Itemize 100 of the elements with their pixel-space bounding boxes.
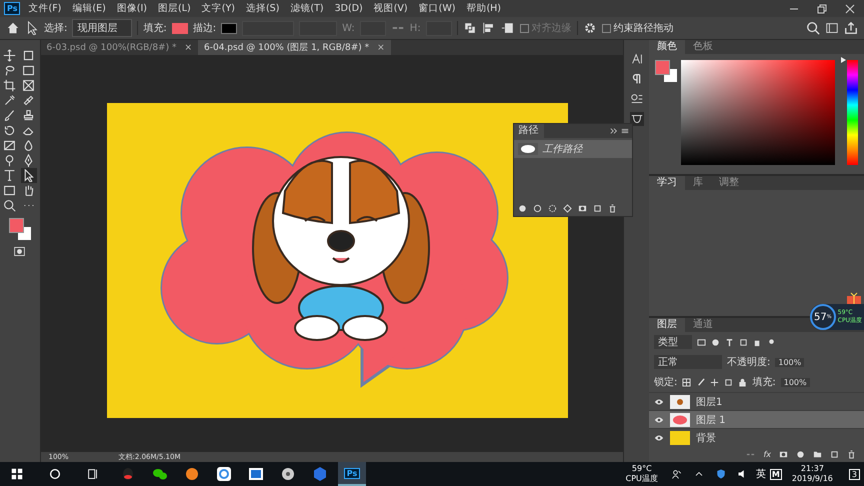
restore-icon[interactable] xyxy=(816,2,828,14)
menu-item[interactable]: 窗口(W) xyxy=(418,2,456,15)
document-tab[interactable]: 6-04.psd @ 100% (图层 1, RGB/8#) * × xyxy=(198,40,391,55)
menu-item[interactable]: 文字(Y) xyxy=(202,2,235,15)
windows-start-icon[interactable] xyxy=(10,467,24,481)
workspace-icon[interactable] xyxy=(825,21,839,35)
penguin-icon xyxy=(120,466,136,482)
blend-mode-dropdown[interactable]: 正常 xyxy=(654,355,722,369)
taskbar-app[interactable]: Ps xyxy=(338,462,366,486)
brush-icon[interactable] xyxy=(696,378,706,386)
share-icon[interactable] xyxy=(844,21,858,35)
character-icon[interactable] xyxy=(630,52,644,66)
menu-item[interactable]: 滤镜(T) xyxy=(290,2,324,15)
paths-icon[interactable] xyxy=(630,112,644,126)
path-selection-icon[interactable] xyxy=(25,21,39,35)
mask-icon[interactable] xyxy=(578,204,587,213)
adjustment-icon[interactable] xyxy=(796,450,805,459)
panel-tab[interactable]: 学习 xyxy=(649,176,685,190)
panel-tab[interactable]: 通道 xyxy=(685,318,721,332)
layer-row[interactable]: 图层 1 xyxy=(649,410,864,428)
lock-icon[interactable] xyxy=(738,378,748,386)
panel-tab[interactable]: 调整 xyxy=(711,176,747,190)
color-field[interactable] xyxy=(681,60,835,165)
filter-toggle-icon[interactable] xyxy=(767,338,776,346)
select-dropdown[interactable]: 现用图层 xyxy=(72,19,132,37)
close-tab-button[interactable]: × xyxy=(377,42,385,52)
type-icon xyxy=(3,169,16,182)
move-icon[interactable] xyxy=(710,378,720,386)
stroke-swatch[interactable] xyxy=(221,22,238,34)
app-logo[interactable]: Ps xyxy=(4,2,20,15)
constrain-path-checkbox[interactable]: 约束路径拖动 xyxy=(602,21,674,35)
home-icon[interactable] xyxy=(6,21,20,35)
menu-item[interactable]: 文件(F) xyxy=(28,2,62,15)
menu-icon[interactable] xyxy=(620,127,629,135)
panel-tab[interactable]: 库 xyxy=(685,176,711,190)
tool-button[interactable] xyxy=(21,168,38,183)
make-path-icon[interactable] xyxy=(562,204,572,213)
folder-icon[interactable] xyxy=(813,450,822,459)
notifications-button[interactable]: 3 xyxy=(848,468,860,480)
arrange-icon[interactable] xyxy=(500,21,515,35)
marquee-icon xyxy=(22,64,36,77)
fill-field[interactable]: 100% xyxy=(780,378,810,386)
task-view-icon[interactable] xyxy=(86,467,100,481)
smart-object-filter-icon[interactable] xyxy=(753,338,762,346)
shape-filter-icon[interactable] xyxy=(739,338,748,346)
menu-item[interactable]: 选择(S) xyxy=(246,2,280,15)
delete-icon[interactable] xyxy=(608,204,617,213)
collapse-icon[interactable] xyxy=(610,127,618,135)
search-icon[interactable] xyxy=(806,21,820,35)
quick-mask-icon[interactable] xyxy=(13,245,26,258)
layer-filter-dropdown[interactable]: 类型 xyxy=(654,335,692,349)
artboard-icon[interactable] xyxy=(724,378,734,386)
cpu-label: CPU温度 xyxy=(626,474,658,484)
visibility-eye-icon[interactable] xyxy=(654,416,664,424)
color-swatches-drawing[interactable] xyxy=(655,60,677,82)
puppy-thumbnail xyxy=(670,394,690,408)
panel-tab[interactable]: 图层 xyxy=(649,318,685,332)
input-method-icon[interactable]: M xyxy=(770,468,782,480)
mask-icon[interactable] xyxy=(779,450,788,459)
delete-icon[interactable] xyxy=(847,450,856,459)
settings-icon[interactable] xyxy=(582,21,597,35)
visibility-eye-icon[interactable] xyxy=(654,398,664,406)
panel-tab[interactable]: 色板 xyxy=(685,40,721,54)
type-filter-icon[interactable] xyxy=(725,338,734,346)
align-icon[interactable] xyxy=(482,21,496,35)
close-icon[interactable] xyxy=(844,2,856,14)
path-item[interactable]: 工作路径 xyxy=(514,140,632,158)
adjustment-filter-icon[interactable] xyxy=(711,338,720,346)
menu-item[interactable]: 图像(I) xyxy=(116,2,148,15)
paths-tab[interactable]: 路径 xyxy=(514,124,544,138)
new-layer-icon[interactable] xyxy=(830,450,839,459)
menu-item[interactable]: 帮助(H) xyxy=(466,2,502,15)
clock-date: 2019/9/16 xyxy=(792,474,833,484)
layer-style-button[interactable]: fx xyxy=(763,450,771,459)
hue-slider-thumb[interactable] xyxy=(841,57,846,63)
new-path-icon[interactable] xyxy=(592,204,602,213)
tool-button[interactable] xyxy=(2,198,18,213)
close-tab-button[interactable]: × xyxy=(184,42,192,52)
layer-row[interactable]: 背景 xyxy=(649,428,864,446)
input-language[interactable]: 英 xyxy=(756,467,766,481)
lock-pixels-icon[interactable] xyxy=(682,378,692,386)
width-label: W: xyxy=(342,22,355,34)
path-operations-icon[interactable] xyxy=(462,21,477,35)
menu-item[interactable]: 编辑(E) xyxy=(72,2,106,15)
selection-icon[interactable] xyxy=(548,204,557,213)
shield-icon[interactable] xyxy=(714,468,727,480)
panel-tab[interactable]: 颜色 xyxy=(649,40,685,54)
people-icon[interactable] xyxy=(670,468,683,480)
menu-item[interactable]: 视图(V) xyxy=(374,2,408,15)
fill-swatch[interactable] xyxy=(172,22,188,34)
menu-item[interactable]: 图层(L) xyxy=(158,2,191,15)
fill-label: 填充: xyxy=(752,376,776,389)
menu-item[interactable]: 3D(D) xyxy=(334,3,363,14)
image-filter-icon[interactable] xyxy=(697,338,706,346)
fill-path-icon[interactable] xyxy=(518,204,527,213)
color-swatches-drawing[interactable] xyxy=(8,218,31,240)
opacity-field[interactable]: 100% xyxy=(775,358,804,366)
visibility-eye-icon[interactable] xyxy=(654,434,664,442)
properties-icon[interactable] xyxy=(630,92,644,106)
stroke-path-icon[interactable] xyxy=(532,204,542,213)
